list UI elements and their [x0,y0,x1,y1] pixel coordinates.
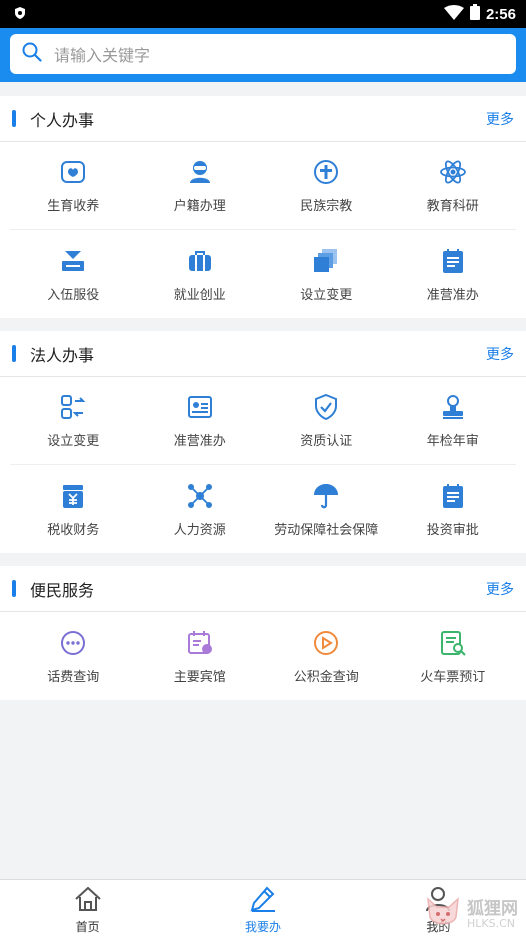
section-accent-bar [12,345,16,362]
pen-icon [249,886,277,916]
service-item[interactable]: 火车票预订 [390,612,517,700]
service-item[interactable]: 年检年审 [390,377,517,464]
wifi-icon [443,4,464,24]
service-item[interactable]: 公积金查询 [263,612,390,700]
exchange-icon [58,392,88,422]
atom-icon [438,157,468,187]
search-input[interactable]: 请输入关键字 [10,34,516,74]
search-placeholder: 请输入关键字 [54,46,151,65]
more-link[interactable]: 更多 [486,344,514,364]
ticket-search-icon [438,628,468,658]
grid-row: 入伍服役 就业创业 设立变更 准营准办 [10,230,516,318]
stack-icon [311,246,341,276]
service-label: 民族宗教 [300,199,353,214]
section-title: 法人办事 [30,345,95,365]
header: 请输入关键字 [0,28,526,82]
birth-icon [58,157,88,187]
service-label: 公积金查询 [293,669,359,685]
service-label: 准营准办 [173,434,226,449]
grid-row: 话费查询 主要宾馆 公积金查询 火车票预订 [10,612,516,700]
more-link[interactable]: 更多 [486,579,514,599]
service-label: 劳动保障社会保障 [274,522,379,538]
service-item[interactable]: 教育科研 [390,142,517,229]
service-item[interactable]: 投资审批 [390,465,517,553]
network-icon [185,481,215,511]
service-label: 火车票预订 [420,669,486,685]
household-icon [185,157,215,187]
battery-icon [469,4,480,24]
watermark-url: HLKS.CN [467,917,516,931]
chat-icon [58,628,88,658]
calendar-icon [185,628,215,658]
grid-row: 税收财务 人力资源 劳动保障社会保障 投资审批 [10,465,516,553]
service-label: 话费查询 [47,669,100,685]
home-icon [74,886,102,916]
service-label: 设立变更 [47,434,100,449]
search-icon [22,42,42,66]
tax-icon [58,481,88,511]
id-card-icon [185,392,215,422]
service-label: 生育收养 [47,199,100,214]
service-item[interactable]: 设立变更 [263,230,390,318]
service-label: 人力资源 [173,522,226,538]
service-label: 入伍服役 [47,287,100,303]
watermark-text: 狐狸网 [467,898,518,919]
service-item[interactable]: 设立变更 [10,377,137,464]
service-item[interactable]: 民族宗教 [263,142,390,229]
fox-logo-icon [423,893,463,937]
section-corporate: 法人办事 更多 设立变更 准营准办 资质认证 年检年审 税收财务 人力资源 劳动… [0,331,526,553]
tab-label: 首页 [75,920,100,934]
tab-todo[interactable]: 我要办 [175,880,350,941]
section-personal: 个人办事 更多 生育收养 户籍办理 民族宗教 教育科研 入伍服役 就业创业 设立… [0,96,526,318]
section-header: 法人办事 更多 [0,331,526,377]
service-item[interactable]: 准营准办 [137,377,264,464]
service-label: 教育科研 [426,199,479,214]
service-item[interactable]: 资质认证 [263,377,390,464]
service-item[interactable]: 准营准办 [390,230,517,318]
section-header: 个人办事 更多 [0,96,526,142]
service-label: 准营准办 [426,287,479,303]
umbrella-icon [311,481,341,511]
military-icon [58,246,88,276]
site-watermark: 狐狸网 HLKS.CN [423,893,518,937]
tab-home[interactable]: 首页 [0,880,175,941]
service-item[interactable]: 主要宾馆 [137,612,264,700]
section-title: 个人办事 [30,110,95,130]
grid-row: 设立变更 准营准办 资质认证 年检年审 [10,377,516,465]
grid-row: 生育收养 户籍办理 民族宗教 教育科研 [10,142,516,230]
shield-check-icon [311,392,341,422]
stamp-icon [438,392,468,422]
service-label: 资质认证 [300,434,353,449]
section-accent-bar [12,580,16,597]
section-header: 便民服务 更多 [0,566,526,612]
service-label: 年检年审 [426,434,479,449]
service-item[interactable]: 入伍服役 [10,230,137,318]
briefcase-icon [185,246,215,276]
status-time: 2:56 [485,5,516,23]
section-convenience: 便民服务 更多 话费查询 主要宾馆 公积金查询 火车票预订 [0,566,526,700]
service-label: 就业创业 [173,287,226,303]
service-item[interactable]: 税收财务 [10,465,137,553]
play-circle-icon [311,628,341,658]
clipboard-icon [438,481,468,511]
status-bar: 2:56 [0,0,526,28]
service-item[interactable]: 人力资源 [137,465,264,553]
service-label: 税收财务 [47,522,100,538]
service-label: 主要宾馆 [173,669,226,685]
tab-label: 我要办 [244,920,281,934]
section-accent-bar [12,110,16,127]
service-item[interactable]: 就业创业 [137,230,264,318]
service-label: 投资审批 [426,522,479,538]
service-label: 户籍办理 [173,199,226,214]
license-icon [438,246,468,276]
shield-notification-icon [14,5,26,24]
service-item[interactable]: 生育收养 [10,142,137,229]
service-item[interactable]: 话费查询 [10,612,137,700]
religion-icon [311,157,341,187]
section-title: 便民服务 [30,580,95,600]
service-label: 设立变更 [300,287,353,303]
service-item[interactable]: 户籍办理 [137,142,264,229]
service-item[interactable]: 劳动保障社会保障 [263,465,390,553]
more-link[interactable]: 更多 [486,109,514,129]
